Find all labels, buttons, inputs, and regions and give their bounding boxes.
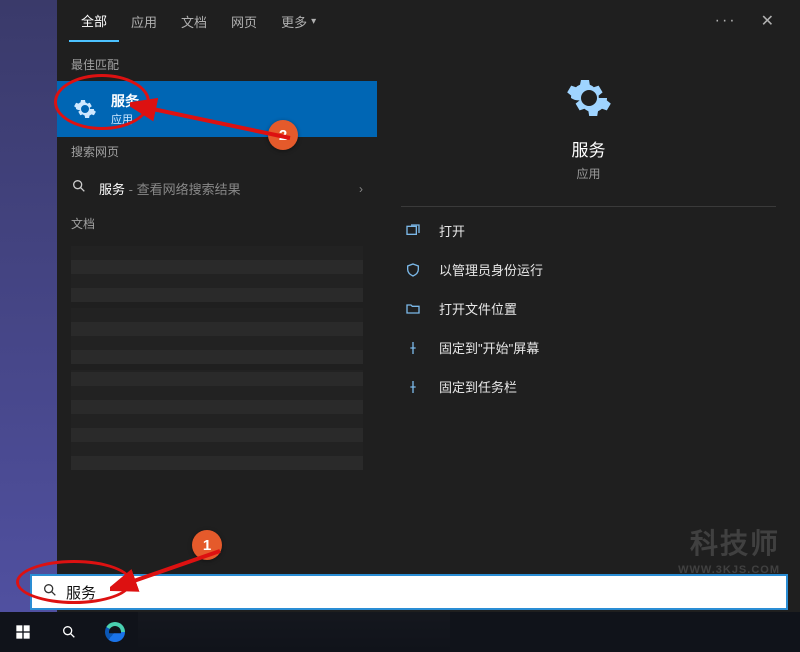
- search-icon: [71, 178, 89, 199]
- chevron-right-icon: ›: [359, 182, 363, 196]
- action-open-file-location[interactable]: 打开文件位置: [377, 289, 800, 328]
- gear-icon: [71, 95, 99, 123]
- web-search-text: 服务 - 查看网络搜索结果: [99, 179, 359, 198]
- pin-icon: [405, 340, 425, 356]
- preview-subtitle: 应用: [576, 165, 600, 182]
- best-match-subtitle: 应用: [111, 111, 139, 127]
- tab-more-label: 更多: [281, 12, 307, 31]
- tab-apps[interactable]: 应用: [119, 0, 169, 42]
- action-run-as-admin[interactable]: 以管理员身份运行: [377, 250, 800, 289]
- pin-icon: [405, 379, 425, 395]
- open-icon: [405, 223, 425, 239]
- action-label: 打开文件位置: [439, 299, 517, 318]
- taskbar-item[interactable]: [242, 612, 294, 652]
- web-search-item[interactable]: 服务 - 查看网络搜索结果 ›: [57, 168, 377, 209]
- edge-icon: [105, 622, 125, 642]
- taskbar-item[interactable]: [346, 612, 398, 652]
- action-label: 以管理员身份运行: [439, 260, 543, 279]
- taskbar-item[interactable]: [138, 612, 190, 652]
- action-pin-to-start[interactable]: 固定到"开始"屏幕: [377, 328, 800, 367]
- preview-title: 服务: [572, 136, 606, 161]
- action-label: 打开: [439, 221, 465, 240]
- redacted-result: [71, 370, 363, 470]
- taskbar: [0, 612, 800, 652]
- start-search-panel: 全部 应用 文档 网页 更多 ▾ ··· ✕ 最佳匹配 服务 应用 搜索网页: [57, 0, 800, 612]
- chevron-down-icon: ▾: [311, 16, 316, 27]
- search-icon: [42, 582, 58, 603]
- gear-icon: [565, 74, 613, 122]
- redacted-result: [71, 246, 363, 302]
- taskbar-search-button[interactable]: [46, 612, 92, 652]
- tab-web[interactable]: 网页: [219, 0, 269, 42]
- folder-icon: [405, 301, 425, 317]
- results-column: 最佳匹配 服务 应用 搜索网页 服务 - 查看网络搜索结果 ›: [57, 42, 377, 612]
- taskbar-edge-button[interactable]: [92, 612, 138, 652]
- best-match-item[interactable]: 服务 应用: [57, 81, 377, 137]
- action-label: 固定到任务栏: [439, 377, 517, 396]
- tab-all[interactable]: 全部: [69, 0, 119, 42]
- tab-more[interactable]: 更多 ▾: [269, 0, 328, 42]
- section-search-web: 搜索网页: [57, 137, 377, 168]
- section-best-match: 最佳匹配: [57, 50, 377, 81]
- close-button[interactable]: ✕: [747, 11, 788, 31]
- taskbar-search-box[interactable]: [30, 574, 788, 610]
- taskbar-item[interactable]: [294, 612, 346, 652]
- action-pin-to-taskbar[interactable]: 固定到任务栏: [377, 367, 800, 406]
- search-input[interactable]: [66, 584, 776, 601]
- best-match-title: 服务: [111, 91, 139, 111]
- watermark: 科技师 WWW.3KJS.COM: [678, 522, 780, 576]
- desktop-left-strip: [0, 0, 57, 612]
- divider: [401, 206, 776, 207]
- taskbar-item[interactable]: [190, 612, 242, 652]
- start-button[interactable]: [0, 612, 46, 652]
- shield-icon: [405, 262, 425, 278]
- section-documents: 文档: [57, 209, 377, 240]
- redacted-result: [71, 308, 363, 364]
- more-options-button[interactable]: ···: [705, 12, 747, 30]
- action-open[interactable]: 打开: [377, 211, 800, 250]
- search-filter-tabs: 全部 应用 文档 网页 更多 ▾ ··· ✕: [57, 0, 800, 42]
- tab-documents[interactable]: 文档: [169, 0, 219, 42]
- action-label: 固定到"开始"屏幕: [439, 338, 539, 357]
- taskbar-item[interactable]: [398, 612, 450, 652]
